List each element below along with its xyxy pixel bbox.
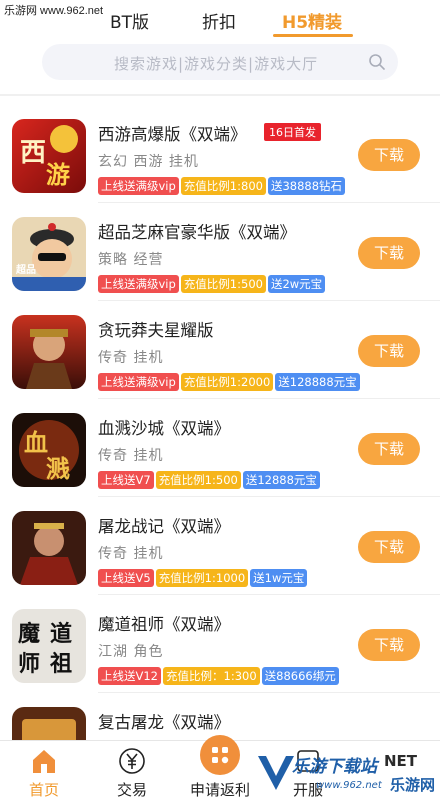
game-tags: 传奇 挂机 [98, 546, 164, 562]
svg-text:道: 道 [50, 621, 72, 647]
game-tags: 江湖 角色 [98, 644, 164, 660]
warrior-game-icon[interactable] [12, 315, 86, 389]
list-item[interactable]: 魔 道 师 祖 魔道祖师《双端》 江湖 角色 上线送V12 充值比例：1:300… [0, 595, 440, 693]
watermark-text: NET [384, 752, 418, 770]
promo-pills: 上线送V7 充值比例1:500 送12888元宝 [98, 471, 320, 489]
divider [0, 94, 440, 96]
search-bar[interactable]: 搜索游戏|游戏分类|游戏大厅 [42, 44, 398, 80]
promo-vip: 上线送V5 [98, 569, 154, 587]
watermark-url: www.962.net [316, 780, 382, 791]
tab-h5[interactable]: H5精装 [282, 8, 342, 33]
game-tags: 玄幻 西游 挂机 [98, 154, 199, 170]
promo-pills: 上线送满级vip 充值比例1:2000 送128888元宝 [98, 373, 360, 391]
promo-ratio: 充值比例1:500 [180, 275, 266, 293]
promo-vip: 上线送V12 [98, 667, 161, 685]
svg-text:血: 血 [24, 428, 48, 457]
promo-vip: 上线送满级vip [98, 373, 179, 391]
nav-home[interactable]: 首页 [0, 741, 88, 800]
list-item[interactable]: 血 溅 血溅沙城《双端》 传奇 挂机 上线送V7 充值比例1:500 送1288… [0, 399, 440, 497]
download-button[interactable]: 下载 [358, 531, 420, 563]
game-title[interactable]: 魔道祖师《双端》 [98, 611, 230, 635]
official-game-icon[interactable]: 超品 [12, 217, 86, 291]
search-input[interactable]: 搜索游戏|游戏分类|游戏大厅 [114, 53, 318, 74]
home-icon [33, 750, 55, 773]
new-release-badge: 16日首发 [264, 123, 321, 141]
list-item[interactable]: 贪玩莽夫星耀版 传奇 挂机 上线送满级vip 充值比例1:2000 送12888… [0, 301, 440, 399]
nav-label: 申请返利 [189, 781, 250, 799]
tab-bt[interactable]: BT版 [110, 8, 149, 33]
tab-discount[interactable]: 折扣 [202, 8, 236, 33]
promo-pills: 上线送满级vip 充值比例1:500 送2w元宝 [98, 275, 326, 293]
promo-ratio: 充值比例1:500 [155, 471, 241, 489]
game-list: 西 游 西游高爆版《双端》 16日首发 玄幻 西游 挂机 上线送满级vip 充值… [0, 105, 440, 791]
tulong-game-icon[interactable] [12, 511, 86, 585]
game-title[interactable]: 西游高爆版《双端》 [98, 121, 247, 145]
download-button[interactable]: 下载 [358, 335, 420, 367]
svg-text:游: 游 [46, 160, 70, 189]
watermark-text: 乐游下载站 [292, 757, 377, 777]
promo-pills: 上线送V12 充值比例：1:300 送88666绑元 [98, 667, 339, 685]
download-button[interactable]: 下载 [358, 629, 420, 661]
modao-game-icon[interactable]: 魔 道 师 祖 [12, 609, 86, 683]
list-item[interactable]: 超品 超品芝麻官豪华版《双端》 策略 经营 上线送满级vip 充值比例1:500… [0, 203, 440, 301]
promo-vip: 上线送满级vip [98, 275, 179, 293]
apps-icon [200, 735, 240, 775]
game-title[interactable]: 超品芝麻官豪华版《双端》 [98, 219, 296, 243]
watermark-top: 乐游网 www.962.net [0, 0, 108, 20]
game-tags: 策略 经营 [98, 252, 164, 268]
game-title[interactable]: 复古屠龙《双端》 [98, 709, 230, 733]
nav-rebate[interactable]: 申请返利 [176, 735, 264, 800]
promo-ratio: 充值比例1:800 [180, 177, 266, 195]
game-title[interactable]: 贪玩莽夫星耀版 [98, 317, 214, 341]
promo-gift: 送12888元宝 [242, 471, 320, 489]
svg-text:溅: 溅 [46, 454, 70, 483]
nav-trade[interactable]: 交易 [88, 741, 176, 800]
svg-text:魔: 魔 [18, 621, 40, 647]
promo-gift: 送88666绑元 [261, 667, 339, 685]
active-tab-indicator [273, 34, 353, 37]
promo-gift: 送2w元宝 [267, 275, 326, 293]
promo-gift: 送38888钻石 [267, 177, 346, 195]
game-tags: 传奇 挂机 [98, 448, 164, 464]
promo-ratio: 充值比例：1:300 [163, 667, 260, 685]
svg-text:超品: 超品 [15, 263, 36, 276]
game-tags: 传奇 挂机 [98, 350, 164, 366]
watermark-text: 乐游网 [390, 776, 436, 794]
nav-label: 首页 [28, 781, 59, 799]
promo-gift: 送1w元宝 [250, 569, 308, 587]
promo-ratio: 充值比例1:1000 [155, 569, 249, 587]
search-icon[interactable] [368, 53, 386, 71]
download-button[interactable]: 下载 [358, 433, 420, 465]
promo-ratio: 充值比例1:2000 [180, 373, 274, 391]
game-title[interactable]: 血溅沙城《双端》 [98, 415, 230, 439]
download-button[interactable]: 下载 [358, 237, 420, 269]
game-title[interactable]: 屠龙战记《双端》 [98, 513, 230, 537]
promo-pills: 上线送满级vip 充值比例1:800 送38888钻石 [98, 177, 346, 195]
xiyou-game-icon[interactable]: 西 游 [12, 119, 86, 193]
nav-label: 交易 [116, 781, 147, 799]
svg-text:祖: 祖 [50, 651, 72, 677]
list-item[interactable]: 屠龙战记《双端》 传奇 挂机 上线送V5 充值比例1:1000 送1w元宝 下载 [0, 497, 440, 595]
promo-vip: 上线送V7 [98, 471, 154, 489]
svg-text:师: 师 [18, 651, 40, 677]
list-item[interactable]: 西 游 西游高爆版《双端》 16日首发 玄幻 西游 挂机 上线送满级vip 充值… [0, 105, 440, 203]
watermark-v-icon [258, 756, 294, 790]
promo-gift: 送128888元宝 [275, 373, 360, 391]
promo-pills: 上线送V5 充值比例1:1000 送1w元宝 [98, 569, 308, 587]
yuan-icon [119, 748, 145, 774]
svg-text:西: 西 [20, 138, 46, 168]
xuejian-game-icon[interactable]: 血 溅 [12, 413, 86, 487]
watermark-logo: 乐游下载站 NET 乐游网 www.962.net [256, 748, 440, 800]
download-button[interactable]: 下载 [358, 139, 420, 171]
promo-vip: 上线送满级vip [98, 177, 179, 195]
